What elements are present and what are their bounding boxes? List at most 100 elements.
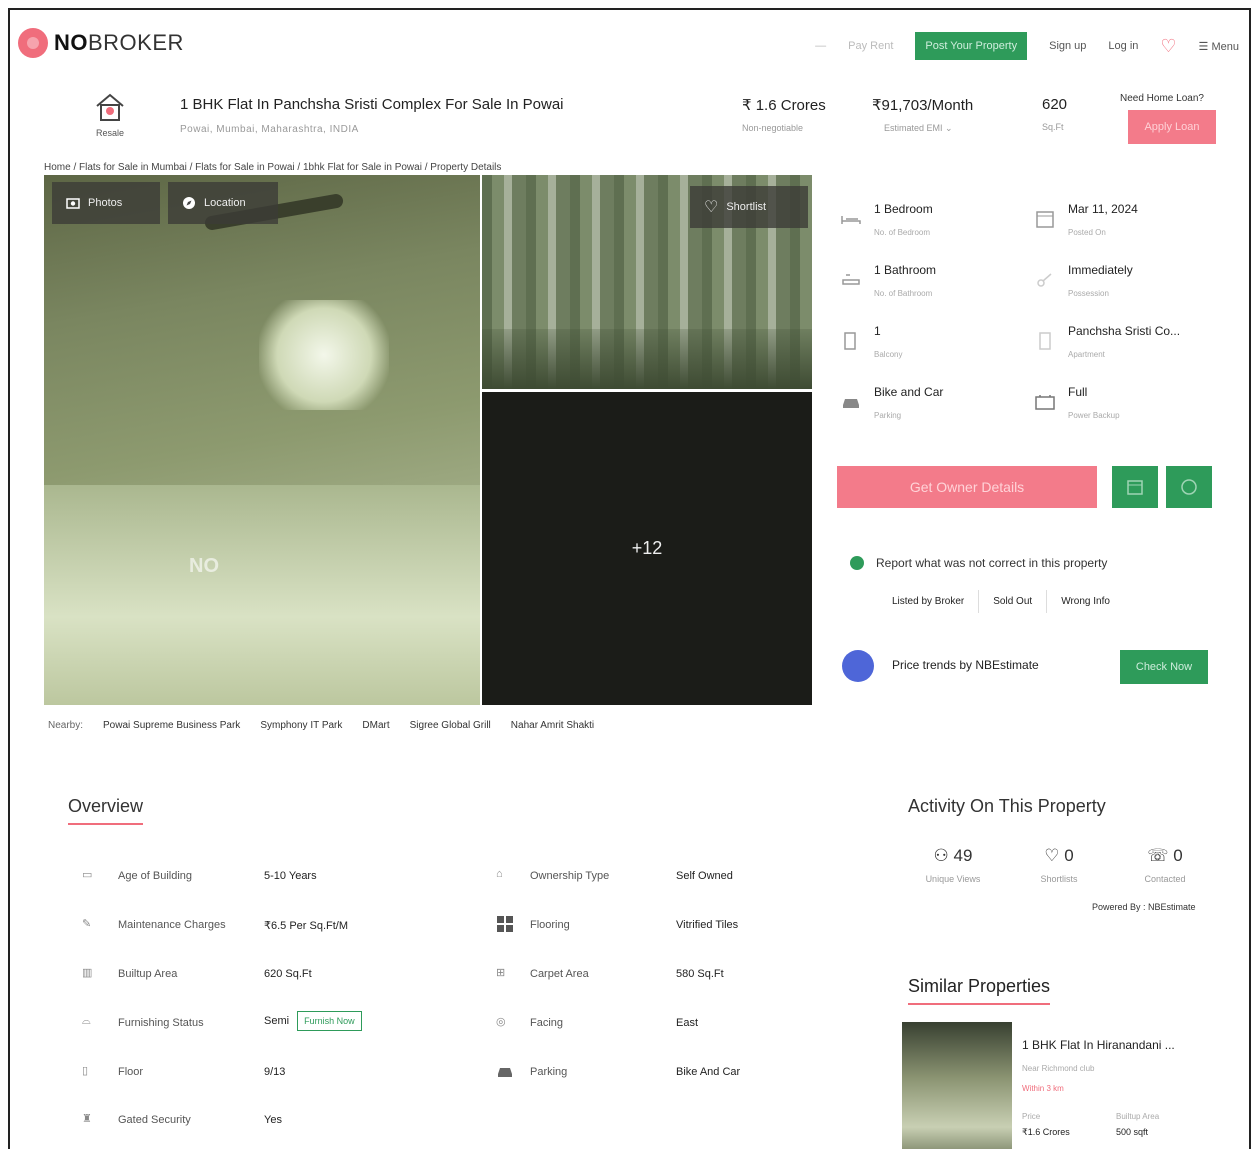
hamburger-icon: ☰ <box>1198 40 1212 53</box>
more-photos-tile[interactable]: +12 <box>482 392 812 705</box>
fact-label: Possession <box>1068 289 1109 298</box>
info-icon <box>850 556 864 570</box>
car-icon <box>496 1064 516 1082</box>
get-owner-details-button[interactable]: Get Owner Details <box>837 466 1097 508</box>
top-nav: — Pay Rent Post Your Property Sign up Lo… <box>815 32 1239 60</box>
floor-icon: ▯ <box>82 1065 89 1077</box>
unique-views: ⚇ 49 Unique Views <box>918 846 988 884</box>
security-icon: ♜ <box>82 1113 92 1125</box>
furnishing-icon: ⌓ <box>82 1015 91 1027</box>
chat-icon <box>1181 479 1197 495</box>
overview-value: East <box>676 1017 699 1029</box>
watermark: NO <box>189 555 219 577</box>
bath-icon <box>840 269 862 291</box>
overview-label: Age of Building <box>118 870 192 882</box>
chat-button[interactable] <box>1166 466 1212 508</box>
check-now-button[interactable]: Check Now <box>1120 650 1208 684</box>
maintenance-icon: ✎ <box>82 918 92 930</box>
nearby-label: Nearby: <box>48 720 84 731</box>
price-trends-label: Price trends by NBEstimate <box>892 658 1039 672</box>
photos-button[interactable]: Photos <box>52 182 160 224</box>
similar-property-name[interactable]: 1 BHK Flat In Hiranandani ... <box>1022 1038 1175 1052</box>
camera-icon <box>66 198 80 209</box>
similar-area-value: 500 sqft <box>1116 1127 1149 1137</box>
emi-stat[interactable]: ₹91,703/Month Estimated EMI ⌄ <box>872 96 973 134</box>
heart-icon: ♡ <box>1044 846 1065 865</box>
brand-logo[interactable]: NOBROKER <box>18 28 184 58</box>
nav-dash: — <box>815 40 827 52</box>
fact-value: Panchsha Sristi Co... <box>1068 324 1181 338</box>
user-icon: ⚇ <box>933 846 954 865</box>
nav-log-in[interactable]: Log in <box>1108 40 1138 52</box>
similar-price: Price ₹1.6 Crores <box>1022 1112 1070 1138</box>
similar-properties-title: Similar Properties <box>908 976 1051 1005</box>
views-label: Unique Views <box>925 874 981 884</box>
floor <box>44 485 480 705</box>
breadcrumb[interactable]: Home / Flats for Sale in Mumbai / Flats … <box>44 162 501 173</box>
fact-label: Power Backup <box>1068 411 1120 420</box>
bed-icon <box>840 208 862 230</box>
nearby-item[interactable]: DMart <box>362 720 389 731</box>
report-chip-broker[interactable]: Listed by Broker <box>878 590 980 613</box>
schedule-visit-button[interactable] <box>1112 466 1158 508</box>
main-photo[interactable]: NO <box>44 175 480 705</box>
balcony-icon <box>840 330 862 352</box>
nearby-item[interactable]: Nahar Amrit Shakti <box>511 720 594 731</box>
report-options: Listed by Broker Sold Out Wrong Info <box>878 590 1124 613</box>
building-icon <box>1034 330 1056 352</box>
report-chip-wrong-info[interactable]: Wrong Info <box>1047 590 1124 613</box>
apply-loan-button[interactable]: Apply Loan <box>1128 110 1216 144</box>
location-button[interactable]: Location <box>168 182 278 224</box>
location-label: Location <box>204 197 246 209</box>
report-text: Report what was not correct in this prop… <box>876 556 1108 570</box>
nav-pay-rent[interactable]: Pay Rent <box>848 40 893 52</box>
fact-label: Balcony <box>874 350 903 359</box>
listing-title: 1 BHK Flat In Panchsha Sristi Complex Fo… <box>180 96 564 113</box>
report-chip-sold-out[interactable]: Sold Out <box>979 590 1048 613</box>
furnish-now-button[interactable]: Furnish Now <box>297 1011 362 1031</box>
shortlist-button[interactable]: ♡ Shortlist <box>690 186 808 228</box>
nav-sign-up[interactable]: Sign up <box>1049 40 1086 52</box>
window <box>259 300 389 410</box>
flooring-icon <box>496 915 516 933</box>
builtup-icon: ▥ <box>82 967 93 979</box>
overview-value: Vitrified Tiles <box>676 919 739 931</box>
overview-value: Semi Furnish Now <box>264 1011 362 1031</box>
shortlists: ♡ 0 Shortlists <box>1024 846 1094 884</box>
fact-label: Apartment <box>1068 350 1105 359</box>
menu-button[interactable]: ☰ Menu <box>1199 40 1239 53</box>
more-photos-count: +12 <box>631 538 663 558</box>
overview-label: Maintenance Charges <box>118 919 226 931</box>
similar-area-label: Builtup Area <box>1116 1112 1160 1121</box>
emi-value: ₹91,703/Month <box>872 97 974 114</box>
similar-property-photo[interactable] <box>902 1022 1012 1149</box>
fact-value: 1 Bedroom <box>874 202 933 216</box>
shortlist-label: Shortlist <box>726 201 767 213</box>
report-section: Report what was not correct in this prop… <box>850 556 1107 570</box>
overview-label: Parking <box>530 1066 568 1078</box>
carpet-icon: ⊞ <box>496 967 506 979</box>
nearby-item[interactable]: Symphony IT Park <box>260 720 342 731</box>
chevron-down-icon: ⌄ <box>945 123 953 133</box>
fact-value: Immediately <box>1068 263 1133 277</box>
fact-label: No. of Bedroom <box>874 228 931 237</box>
heart-icon[interactable]: ♡ <box>1160 36 1176 57</box>
post-property-button[interactable]: Post Your Property <box>915 32 1028 60</box>
nearby-item[interactable]: Powai Supreme Business Park <box>103 720 240 731</box>
contacted: ☏ 0 Contacted <box>1130 846 1200 884</box>
fact-value: Full <box>1068 385 1088 399</box>
phone-icon: ☏ <box>1147 846 1174 865</box>
overview-label: Ownership Type <box>530 870 610 882</box>
photos-label: Photos <box>88 197 123 209</box>
similar-property-distance: Within 3 km <box>1022 1084 1064 1093</box>
overview-label: Furnishing Status <box>118 1017 204 1029</box>
calendar-icon <box>1127 480 1143 495</box>
nearby-item[interactable]: Sigree Global Grill <box>410 720 491 731</box>
overview-value: Bike And Car <box>676 1066 741 1078</box>
calendar-icon <box>1034 208 1056 230</box>
brand-name-a: NO <box>54 30 88 55</box>
views-count: 49 <box>953 846 973 865</box>
page-frame: NOBROKER — Pay Rent Post Your Property S… <box>8 8 1251 1149</box>
shortlists-label: Shortlists <box>1040 874 1078 884</box>
fact-value: Bike and Car <box>874 385 944 399</box>
